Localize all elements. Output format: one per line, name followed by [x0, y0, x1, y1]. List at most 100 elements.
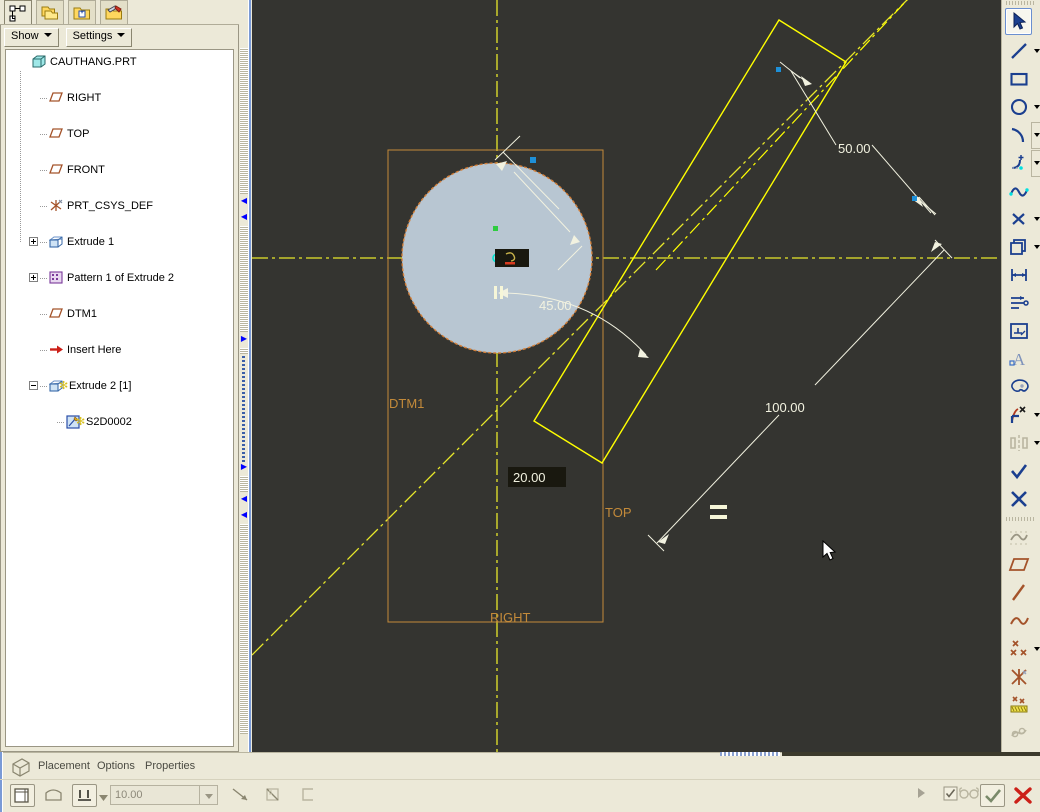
datum-plane-tool[interactable]	[1005, 552, 1032, 579]
sketch-canvas[interactable]: 45.00 45.00 50.00 100.00 20.00 DTM1 TOP …	[252, 0, 1001, 752]
splitter-grip[interactable]	[240, 48, 248, 194]
datum-label-top[interactable]: TOP	[605, 505, 632, 520]
splitter-collapse-left-icon-4[interactable]: ◀	[240, 510, 248, 519]
dimension-tool[interactable]	[1005, 262, 1032, 289]
graphics-window[interactable]: 45.00 45.00 50.00 100.00 20.00 DTM1 TOP …	[252, 0, 1001, 752]
circle-tool[interactable]	[1005, 94, 1032, 121]
model-tree-scroll[interactable]: CAUTHANG.PRT RIGHT TOP FRONT PRT_CSYS_DEF Ext…	[5, 49, 234, 747]
sketcher-palette-tool[interactable]	[1005, 374, 1032, 401]
tree-item[interactable]: FRONT	[6, 161, 233, 179]
splitter-expand-right-icon[interactable]: ▶	[240, 334, 248, 343]
datum-point-tool-caret[interactable]	[1034, 647, 1040, 654]
use-edge-tool[interactable]	[1005, 234, 1032, 261]
point-tool[interactable]	[1005, 206, 1032, 233]
splitter-grip-2[interactable]	[240, 226, 248, 332]
tree-item[interactable]: ✻ Extrude 2 [1]	[6, 377, 233, 395]
tree-expand-icon[interactable]	[29, 237, 38, 246]
splitter-collapse-left-icon-3[interactable]: ◀	[240, 494, 248, 503]
preview-glasses-button[interactable]	[956, 784, 981, 807]
dimension-value-100[interactable]: 100.00	[765, 400, 805, 415]
options-tab[interactable]: Options	[97, 758, 135, 774]
show-button[interactable]: Show	[4, 28, 59, 47]
accept-sketch-button[interactable]	[1005, 458, 1032, 485]
line-tool[interactable]	[1005, 38, 1032, 65]
thicken-sketch-button[interactable]	[296, 784, 321, 807]
panel-splitter[interactable]: ◀ ◀ ▶ ▶ ◀ ◀	[239, 0, 251, 752]
splitter-collapse-left-icon-2[interactable]: ◀	[240, 212, 248, 221]
constraint-tool[interactable]	[1005, 318, 1032, 345]
handle-circle-top[interactable]	[530, 157, 536, 163]
splitter-grip-5[interactable]	[240, 524, 248, 734]
ok-button[interactable]	[980, 784, 1005, 807]
dimension-value-50[interactable]: 50.00	[838, 141, 871, 156]
arc-tool[interactable]	[1005, 122, 1032, 149]
use-edge-tool-caret[interactable]	[1034, 245, 1040, 252]
fillet-tool[interactable]	[1005, 150, 1032, 177]
datum-label-dtm1[interactable]: DTM1	[389, 396, 424, 411]
dimension-value-20[interactable]: 20.00	[513, 470, 546, 485]
favorites-tab[interactable]: *	[68, 0, 96, 25]
depth-dropdown-button[interactable]	[200, 785, 218, 805]
datum-label-right[interactable]: RIGHT	[490, 610, 531, 625]
tree-item[interactable]: RIGHT	[6, 89, 233, 107]
text-tool[interactable]: A	[1005, 346, 1032, 373]
arc-tool-flyout[interactable]	[1031, 122, 1040, 149]
folder-browser-tab[interactable]	[36, 0, 64, 25]
spline-tool[interactable]	[1005, 178, 1032, 205]
depth-options-caret[interactable]	[99, 792, 108, 804]
surface-button[interactable]	[41, 784, 66, 807]
depth-blind-button[interactable]	[72, 784, 97, 807]
mirror-tool[interactable]	[1005, 430, 1032, 457]
tree-expand-icon[interactable]	[29, 273, 38, 282]
splitter-collapse-left-icon[interactable]: ◀	[240, 196, 248, 205]
model-tree-tab[interactable]	[4, 0, 32, 26]
datum-curve-tool[interactable]	[1005, 524, 1032, 551]
placement-tab[interactable]: Placement	[38, 758, 90, 774]
tree-item[interactable]: TOP	[6, 125, 233, 143]
depth-input[interactable]	[110, 785, 200, 805]
splitter-grip-4[interactable]	[240, 476, 248, 492]
rectangle-tool[interactable]	[1005, 66, 1032, 93]
properties-tab[interactable]: Properties	[145, 758, 195, 774]
mirror-tool-caret[interactable]	[1034, 441, 1040, 448]
trim-tool[interactable]	[1005, 402, 1032, 429]
cancel-button[interactable]	[1010, 784, 1035, 807]
remove-material-button[interactable]	[261, 784, 286, 807]
tools-tab[interactable]	[100, 0, 128, 25]
select-tool[interactable]	[1005, 8, 1032, 35]
cancel-sketch-button[interactable]	[1005, 486, 1032, 513]
dashboard-grip[interactable]	[720, 752, 780, 756]
tree-item[interactable]: Insert Here	[6, 341, 233, 359]
splitter-expand-right-icon-2[interactable]: ▶	[240, 462, 248, 471]
line-tool-caret[interactable]	[1034, 49, 1040, 56]
tree-item[interactable]: DTM1	[6, 305, 233, 323]
datum-point-tool[interactable]	[1005, 636, 1032, 663]
circle-tool-caret[interactable]	[1034, 105, 1040, 112]
selection-tag[interactable]	[495, 249, 529, 267]
dimension-value-45[interactable]: 45.00	[539, 298, 572, 313]
drag-handles[interactable]	[530, 67, 917, 201]
datum-axis-tool[interactable]	[1005, 580, 1032, 607]
toolbar-grip-top[interactable]	[1006, 1, 1036, 5]
tree-item[interactable]: CAUTHANG.PRT	[6, 53, 233, 71]
tree-item[interactable]: ✻ S2D0002	[6, 413, 233, 431]
modify-dimension-tool[interactable]	[1005, 290, 1032, 317]
handle-top-left[interactable]	[776, 67, 781, 72]
tree-item[interactable]: Pattern 1 of Extrude 2	[6, 269, 233, 287]
handle-right[interactable]	[912, 196, 917, 201]
solid-button[interactable]	[10, 784, 35, 807]
resume-button[interactable]	[908, 784, 933, 807]
datum-reference-tool[interactable]	[1005, 720, 1032, 747]
datum-csys-tool[interactable]	[1005, 664, 1032, 691]
tree-item[interactable]: Extrude 1	[6, 233, 233, 251]
fillet-tool-flyout[interactable]	[1031, 150, 1040, 177]
point-tool-caret[interactable]	[1034, 217, 1040, 224]
trim-tool-caret[interactable]	[1034, 413, 1040, 420]
tree-item[interactable]: PRT_CSYS_DEF	[6, 197, 233, 215]
datum-curve-sketched-tool[interactable]	[1005, 608, 1032, 635]
toolbar-grip-middle[interactable]	[1006, 517, 1036, 521]
splitter-grip-3[interactable]	[240, 348, 248, 354]
datum-analysis-tool[interactable]	[1005, 692, 1032, 719]
tree-collapse-icon[interactable]	[29, 381, 38, 390]
settings-button[interactable]: Settings	[65, 28, 133, 47]
